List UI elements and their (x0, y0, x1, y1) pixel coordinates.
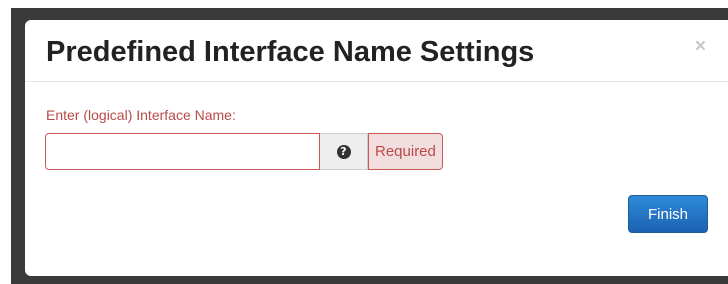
modal-header: Predefined Interface Name Settings × (25, 20, 728, 82)
question-circle-icon: ? (336, 144, 351, 159)
interface-name-input-group: ? Required (45, 133, 443, 170)
finish-button[interactable]: Finish (628, 195, 708, 233)
help-button[interactable]: ? (320, 133, 368, 170)
dialog-title: Predefined Interface Name Settings (46, 36, 535, 68)
required-badge: Required (368, 133, 443, 170)
interface-name-label: Enter (logical) Interface Name: (46, 107, 236, 123)
close-icon[interactable]: × (695, 37, 706, 57)
interface-name-input[interactable] (45, 133, 320, 170)
interface-name-dialog: Predefined Interface Name Settings × Ent… (25, 20, 728, 276)
